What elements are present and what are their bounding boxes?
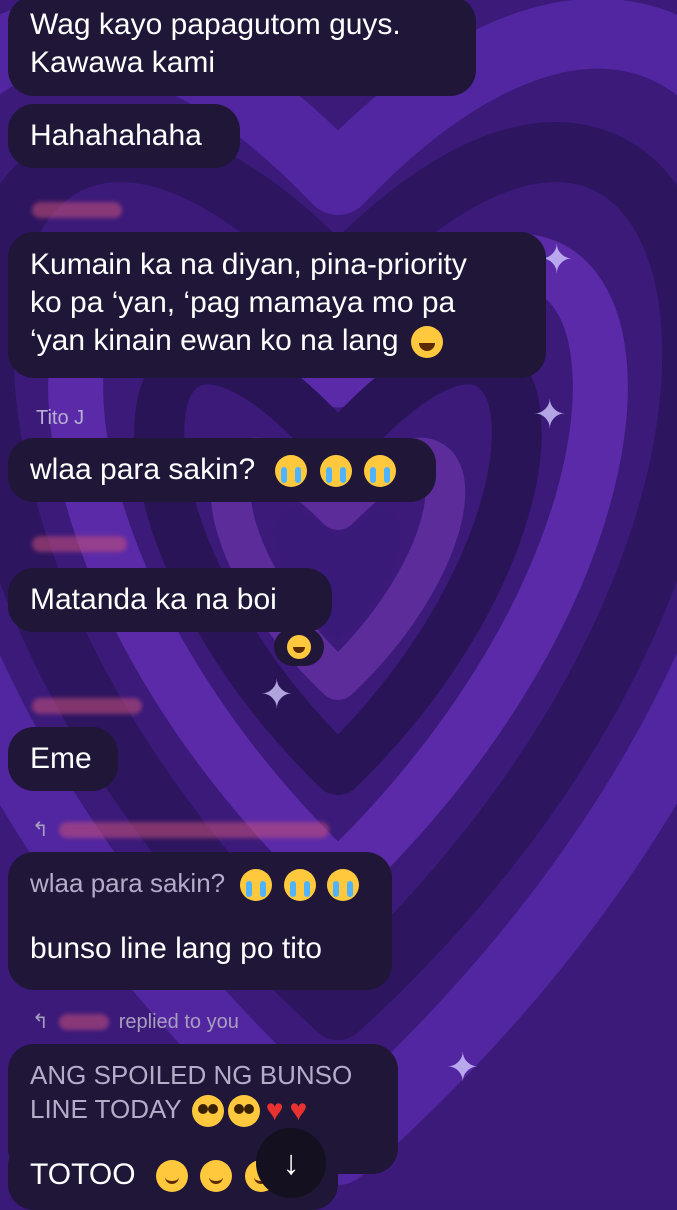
loudly-crying-face-icon [364, 455, 397, 488]
quoted-text: wlaa para sakin? [30, 868, 226, 898]
loudly-crying-face-icon [326, 869, 359, 902]
smiling-face-icon [155, 1160, 188, 1193]
message-text: Kumain ka na diyan, pina-priority [30, 248, 467, 281]
reply-arrow-icon: ↰ [32, 819, 49, 841]
message-bubble[interactable]: Eme [8, 727, 118, 791]
message-text: ko pa ‘yan, ‘pag mamaya mo pa [30, 286, 456, 319]
loudly-crying-face-icon [240, 869, 273, 902]
pleading-face-icon [227, 1095, 260, 1128]
message-text: ‘yan kinain ewan ko na lang [30, 324, 399, 357]
message-text: TOTOO [30, 1158, 136, 1191]
arrow-down-icon: ↓ [282, 1143, 300, 1182]
quoted-text: LINE TODAY [30, 1094, 182, 1124]
sparkle-icon: ✦ [533, 393, 567, 437]
sender-name: Tito J [36, 407, 85, 429]
message-text: Matanda ka na boi [30, 583, 277, 616]
message-bubble[interactable]: Hahahahaha [8, 104, 240, 168]
message-bubble[interactable]: Wag kayo papagutom guys. Kawawa kami [8, 0, 476, 96]
message-bubble[interactable]: Kumain ka na diyan, pina-priority ko pa … [8, 232, 546, 378]
message-bubble[interactable]: wlaa para sakin? [8, 438, 436, 502]
message-text: bunso line lang po tito [30, 932, 322, 965]
message-text: Wag kayo papagutom guys. [30, 8, 401, 41]
loudly-crying-face-icon [275, 455, 308, 488]
pleading-face-icon [191, 1095, 224, 1128]
redacted-sender [32, 202, 122, 218]
message-text: Eme [30, 742, 92, 775]
loudly-crying-face-icon [283, 869, 316, 902]
sparkle-icon: ✦ [260, 673, 294, 717]
reply-header: ↰ replied to you [32, 1010, 239, 1034]
message-reaction[interactable] [274, 628, 324, 666]
reply-header: ↰ [32, 818, 329, 842]
reply-label: replied to you [118, 1011, 239, 1033]
message-text: wlaa para sakin? [30, 453, 256, 486]
message-text: Hahahahaha [30, 119, 202, 152]
message-text: Kawawa kami [30, 46, 216, 79]
redacted-reply-label [58, 822, 329, 838]
red-heart-icon: ♥ [289, 1094, 308, 1128]
message-bubble[interactable]: Matanda ka na boi [8, 568, 332, 632]
quoted-text: ANG SPOILED NG BUNSO [30, 1060, 353, 1090]
message-bubble[interactable]: bunso line lang po tito [8, 916, 382, 982]
loudly-crying-face-icon [319, 455, 352, 488]
reply-arrow-icon: ↰ [32, 1011, 49, 1033]
grinning-squinting-face-icon [287, 635, 311, 659]
redacted-sender [32, 698, 142, 714]
face-with-tears-of-joy-icon [410, 326, 443, 359]
sparkle-icon: ✦ [446, 1046, 480, 1090]
smiling-face-icon [200, 1160, 233, 1193]
redacted-sender [32, 536, 127, 552]
redacted-sender [58, 1014, 109, 1030]
scroll-to-bottom-button[interactable]: ↓ [256, 1128, 326, 1198]
red-heart-icon: ♥ [265, 1094, 284, 1128]
